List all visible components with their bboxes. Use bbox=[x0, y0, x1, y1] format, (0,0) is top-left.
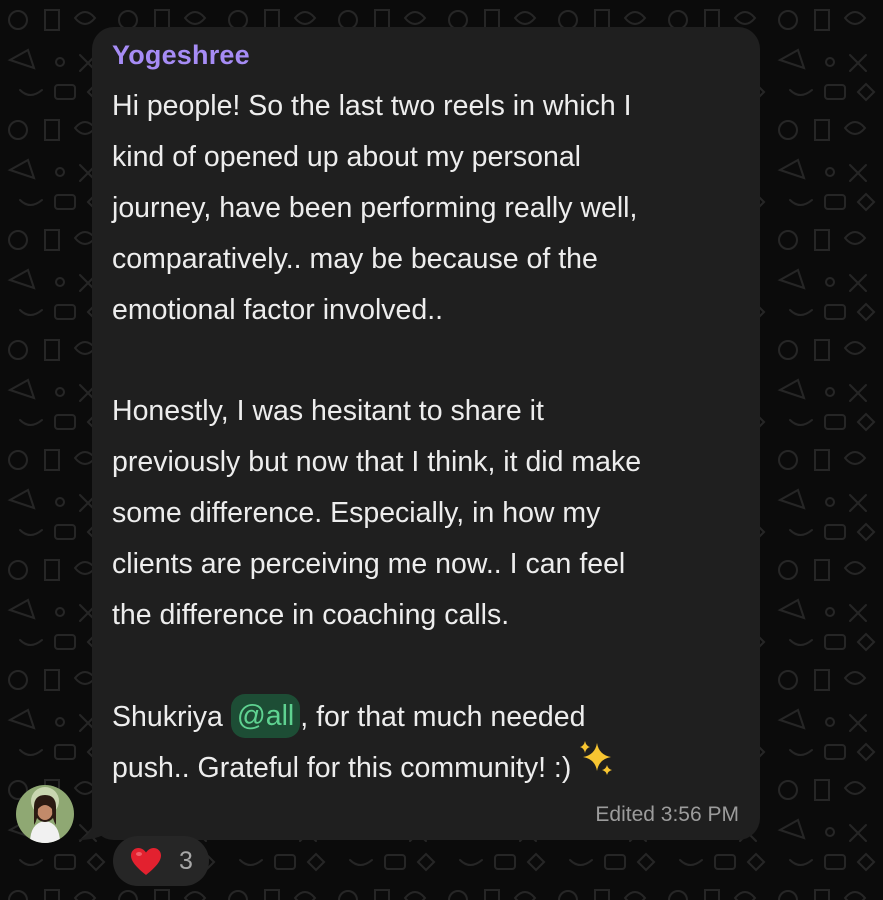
message-line: Honestly, I was hesitant to share it bbox=[112, 395, 544, 427]
closing-line-2: push.. Grateful for this community! :) bbox=[112, 752, 572, 784]
message-paragraph-2: Honestly, I was hesitant to share it pre… bbox=[112, 386, 752, 641]
message-meta: Edited 3:56 PM bbox=[595, 803, 739, 827]
sender-name[interactable]: Yogeshree bbox=[112, 40, 250, 71]
message-line: Hi people! So the last two reels in whic… bbox=[112, 90, 632, 122]
message-line: Shukriya @all, for that much needed bbox=[112, 692, 752, 743]
message-line: journey, have been performing really wel… bbox=[112, 192, 638, 224]
message-paragraph-3: Shukriya @all, for that much needed push… bbox=[112, 692, 752, 794]
reaction-heart[interactable]: 3 bbox=[113, 836, 209, 886]
message-line: some difference. Especially, in how my bbox=[112, 497, 601, 529]
message-line: clients are perceiving me now.. I can fe… bbox=[112, 548, 626, 580]
red-heart-emoji-icon bbox=[130, 847, 162, 882]
mention-all[interactable]: @all bbox=[230, 694, 301, 739]
sparkles-emoji-icon bbox=[577, 739, 615, 794]
closing-suffix: , for that much needed bbox=[300, 701, 586, 733]
message-line: comparatively.. may be because of the bbox=[112, 243, 598, 275]
sender-avatar[interactable] bbox=[16, 785, 74, 843]
message-paragraph-1: Hi people! So the last two reels in whic… bbox=[112, 81, 752, 336]
message-line: the difference in coaching calls. bbox=[112, 599, 510, 631]
reaction-count: 3 bbox=[179, 847, 193, 875]
message-line: previously but now that I think, it did … bbox=[112, 446, 642, 478]
message-line: emotional factor involved.. bbox=[112, 294, 444, 326]
edited-label: Edited bbox=[595, 803, 655, 826]
message-line: kind of opened up about my personal bbox=[112, 141, 581, 173]
bubble-tail bbox=[78, 800, 112, 840]
closing-prefix: Shukriya bbox=[112, 701, 231, 733]
message-time: 3:56 PM bbox=[660, 803, 739, 826]
message-line: push.. Grateful for this community! :) bbox=[112, 740, 752, 794]
